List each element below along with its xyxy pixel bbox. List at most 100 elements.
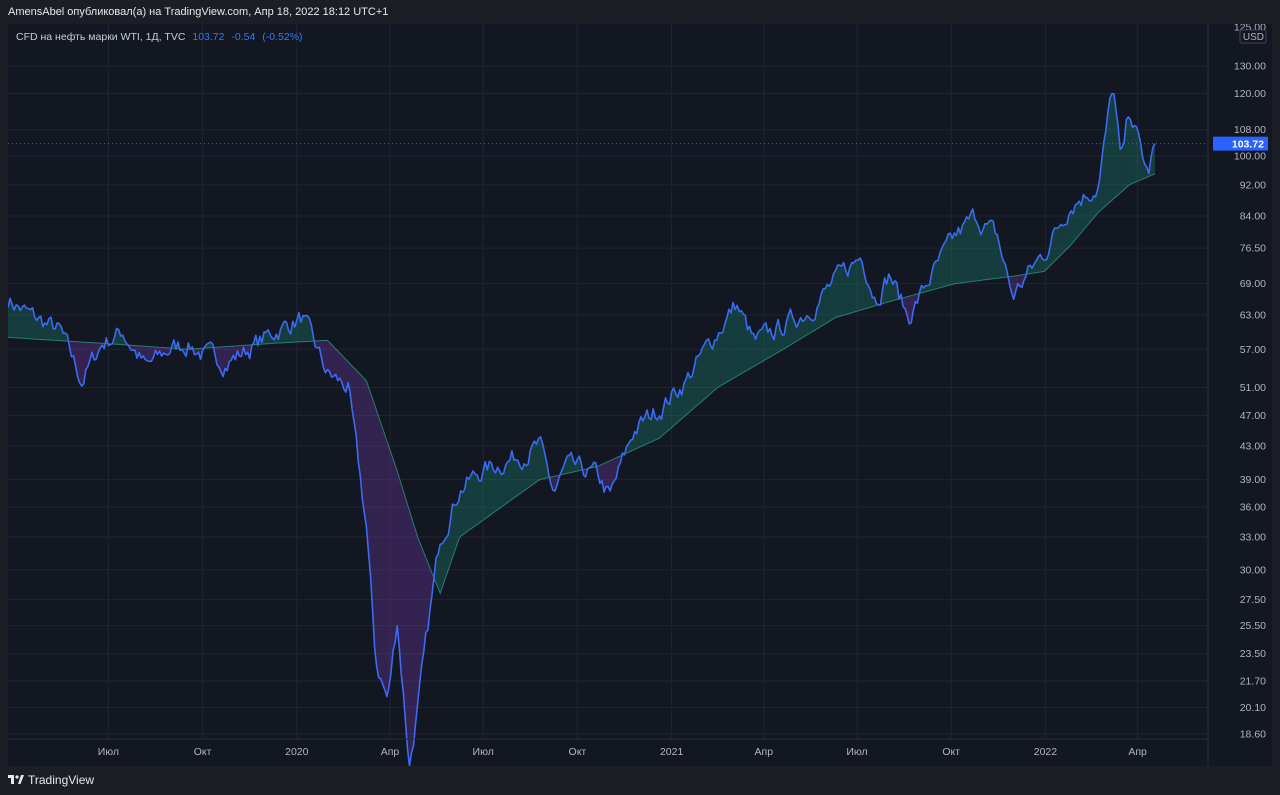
x-tick-label: 2020	[285, 746, 309, 758]
trend-band	[8, 93, 1155, 766]
band-segment	[526, 463, 529, 490]
band-segment	[1056, 227, 1059, 260]
band-segment	[976, 222, 979, 281]
band-segment	[343, 357, 346, 393]
band-segment	[26, 308, 29, 339]
band-segment	[444, 537, 447, 582]
y-tick-label: 33.00	[1240, 532, 1266, 544]
band-segment	[708, 338, 711, 396]
band-segment	[79, 341, 82, 387]
band-segment	[655, 417, 658, 441]
x-tick-label: Окт	[942, 746, 960, 758]
currency-label: USD	[1243, 32, 1264, 43]
band-segment	[411, 517, 414, 753]
band-segment	[739, 310, 742, 375]
band-segment	[405, 497, 408, 748]
brand[interactable]: TradingView	[8, 773, 94, 787]
y-tick-label: 36.00	[1240, 502, 1266, 514]
band-segment	[472, 470, 475, 528]
band-segment	[393, 458, 396, 651]
band-segment	[649, 418, 652, 443]
band-segment	[718, 332, 721, 387]
band-segment	[989, 220, 992, 280]
y-tick-label: 21.70	[1240, 676, 1266, 688]
band-segment	[845, 270, 848, 315]
y-tick-label: 51.00	[1240, 382, 1266, 394]
y-tick-label: 69.00	[1240, 278, 1266, 290]
band-segment	[501, 473, 504, 507]
band-segment	[454, 504, 457, 552]
band-segment	[1075, 203, 1078, 240]
band-segment	[974, 218, 977, 282]
band-segment	[407, 503, 410, 766]
band-segment	[747, 326, 750, 371]
band-segment	[388, 446, 392, 687]
band-segment	[948, 233, 951, 286]
band-segment	[763, 322, 766, 361]
band-segment	[991, 220, 994, 279]
band-segment	[731, 302, 734, 380]
band-segment	[395, 464, 398, 643]
band-segment	[442, 540, 445, 588]
band-segment	[495, 467, 498, 512]
band-segment	[716, 332, 719, 389]
band-segment	[827, 284, 830, 323]
band-segment	[733, 302, 736, 379]
band-segment	[958, 227, 961, 284]
band-segment	[667, 402, 670, 432]
band-segment	[378, 416, 381, 679]
band-segment	[966, 216, 969, 283]
y-tick-label: 30.00	[1240, 564, 1266, 576]
y-tick-label: 20.10	[1240, 702, 1266, 714]
band-segment	[397, 470, 400, 647]
band-segment	[474, 473, 478, 526]
band-segment	[839, 265, 842, 317]
y-tick-label: 120.00	[1234, 88, 1266, 100]
band-segment	[706, 338, 709, 398]
band-segment	[849, 262, 852, 314]
legend-change: -0.54	[231, 31, 256, 43]
band-segment	[962, 222, 965, 283]
band-segment	[382, 428, 385, 690]
band-segment	[362, 376, 365, 514]
band-segment	[532, 441, 535, 485]
band-segment	[978, 227, 981, 281]
band-segment	[505, 461, 508, 504]
price-line	[8, 92, 1156, 766]
band-segment	[57, 322, 60, 341]
band-segment	[759, 329, 762, 363]
band-segment	[1134, 125, 1137, 183]
band-segment	[515, 459, 519, 497]
band-segment	[702, 344, 705, 401]
y-tick-label: 63.00	[1240, 309, 1266, 321]
x-tick-label: Апр	[755, 746, 774, 758]
last-price-tag-label: 103.72	[1232, 139, 1264, 151]
band-segment	[413, 523, 416, 746]
band-segment	[513, 459, 516, 499]
y-tick-label: 84.00	[1240, 211, 1266, 223]
price-series	[8, 92, 1156, 766]
band-segment	[841, 262, 844, 316]
band-segment	[479, 480, 482, 524]
x-tick-label: Окт	[194, 746, 212, 758]
band-segment	[48, 317, 52, 341]
y-tick-label: 43.00	[1240, 441, 1266, 453]
band-segment	[1077, 201, 1080, 238]
publisher-text: AmensAbel опубликовал(а) на TradingView.…	[8, 6, 389, 18]
band-segment	[696, 356, 699, 407]
band-segment	[567, 455, 570, 474]
band-segment	[741, 310, 744, 374]
price-chart[interactable]: 125.00130.00120.00108.00100.0092.0084.00…	[8, 24, 1272, 766]
band-segment	[466, 477, 469, 532]
band-segment	[954, 232, 957, 284]
band-segment	[941, 243, 945, 288]
band-segment	[823, 288, 826, 326]
band-segment	[499, 471, 502, 509]
band-segment	[982, 223, 985, 281]
band-segment	[726, 309, 729, 383]
band-segment	[984, 223, 988, 280]
chart-panel[interactable]: 125.00 130.00 120.00 108.00 100.00 92.00 84.00…	[8, 24, 1272, 766]
band-segment	[675, 393, 678, 424]
band-segment	[853, 260, 856, 313]
band-segment	[698, 353, 701, 405]
